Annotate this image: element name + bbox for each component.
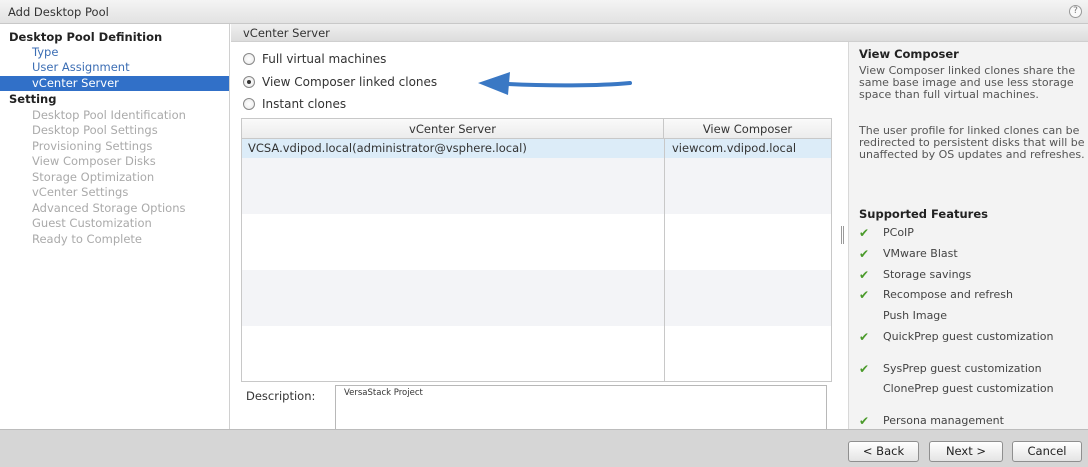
title-bar: Add Desktop Pool ? (0, 0, 1088, 24)
feature-item: ✔ VMware Blast (859, 247, 1087, 261)
feature-item: ✔ Recompose and refresh (859, 288, 1087, 302)
section-header-title: vCenter Server (243, 26, 330, 40)
cancel-button[interactable]: Cancel (1012, 441, 1082, 462)
check-icon: ✔ (859, 288, 870, 302)
next-button[interactable]: Next > (929, 441, 1003, 462)
radio-label: Full virtual machines (262, 52, 387, 66)
feature-label: Storage savings (883, 268, 972, 281)
nav-item-provisioning-settings: Provisioning Settings (32, 139, 153, 153)
feature-item: ✔ SysPrep guest customization (859, 362, 1087, 376)
nav-item-pool-settings: Desktop Pool Settings (32, 123, 158, 137)
check-icon: ✔ (859, 362, 870, 376)
column-divider (664, 139, 665, 381)
radio-button-checked[interactable] (243, 76, 255, 88)
section-header: vCenter Server (231, 24, 1088, 42)
window-title: Add Desktop Pool (8, 5, 109, 19)
help-panel: View Composer View Composer linked clone… (848, 42, 1088, 429)
nav-item-view-composer-disks: View Composer Disks (32, 154, 156, 168)
feature-label: QuickPrep guest customization (883, 330, 1054, 343)
wizard-footer: < Back Next > Cancel (0, 429, 1088, 467)
wizard-nav: Desktop Pool Definition Type User Assign… (0, 24, 230, 429)
help-icon[interactable]: ? (1069, 5, 1082, 18)
cell-vcenter: VCSA.vdipod.local(administrator@vsphere.… (248, 141, 527, 155)
nav-section-setting: Setting (9, 92, 57, 106)
check-icon: ✔ (859, 330, 870, 344)
radio-full-vm[interactable]: Full virtual machines (243, 51, 386, 67)
feature-item: ✔ PCoIP (859, 226, 1087, 240)
cell-composer: viewcom.vdipod.local (672, 141, 797, 155)
back-button[interactable]: < Back (848, 441, 919, 462)
description-field[interactable]: VersaStack Project (335, 385, 827, 431)
nav-item-advanced-storage: Advanced Storage Options (32, 201, 186, 215)
radio-button[interactable] (243, 53, 255, 65)
vcenter-table: vCenter Server View Composer VCSA.vdipod… (241, 118, 832, 382)
nav-item-pool-identification: Desktop Pool Identification (32, 108, 186, 122)
feature-label: Persona management (883, 414, 1004, 427)
nav-item-storage-optimization: Storage Optimization (32, 170, 155, 184)
nav-section-definition: Desktop Pool Definition (9, 30, 163, 44)
table-row-empty (242, 214, 831, 270)
check-icon: ✔ (859, 268, 870, 282)
check-icon: ✔ (859, 226, 870, 240)
radio-button[interactable] (243, 98, 255, 110)
features-title: Supported Features (859, 207, 988, 221)
feature-label: VMware Blast (883, 247, 958, 260)
help-paragraph: View Composer linked clones share the sa… (859, 64, 1076, 101)
splitter-handle[interactable] (840, 226, 846, 244)
radio-label: View Composer linked clones (262, 75, 438, 89)
nav-item-vcenter-settings: vCenter Settings (32, 185, 129, 199)
table-row-empty (242, 158, 831, 214)
feature-item: Push Image (859, 310, 1087, 322)
feature-label: Recompose and refresh (883, 288, 1013, 301)
feature-item: ✔ Storage savings (859, 268, 1087, 282)
feature-item: ClonePrep guest customization (859, 383, 1087, 395)
table-row-empty (242, 270, 831, 326)
nav-item-ready-to-complete: Ready to Complete (32, 232, 142, 246)
table-row-empty (242, 326, 831, 381)
column-header-composer[interactable]: View Composer (664, 119, 831, 139)
annotation-arrow-icon (478, 72, 632, 95)
description-value: VersaStack Project (344, 388, 423, 398)
radio-label: Instant clones (262, 97, 347, 111)
nav-item-vcenter-server[interactable]: vCenter Server (0, 76, 229, 91)
help-title: View Composer (859, 47, 959, 61)
column-header-vcenter[interactable]: vCenter Server (242, 119, 664, 139)
nav-item-type[interactable]: Type (0, 45, 229, 60)
description-label: Description: (246, 389, 316, 403)
radio-instant-clones[interactable]: Instant clones (243, 96, 346, 112)
feature-label: ClonePrep guest customization (883, 382, 1054, 395)
feature-label: PCoIP (883, 226, 914, 239)
radio-linked-clones[interactable]: View Composer linked clones (243, 74, 437, 90)
nav-item-guest-customization: Guest Customization (32, 216, 152, 230)
feature-item: ✔ Persona management (859, 414, 1087, 428)
help-paragraph: The user profile for linked clones can b… (859, 124, 1085, 161)
check-icon: ✔ (859, 247, 870, 261)
feature-item: ✔ QuickPrep guest customization (859, 330, 1087, 344)
table-row[interactable]: VCSA.vdipod.local(administrator@vsphere.… (242, 139, 831, 158)
feature-label: SysPrep guest customization (883, 362, 1042, 375)
feature-label: Push Image (883, 309, 948, 322)
check-icon: ✔ (859, 414, 870, 428)
nav-item-user-assignment[interactable]: User Assignment (0, 60, 229, 75)
